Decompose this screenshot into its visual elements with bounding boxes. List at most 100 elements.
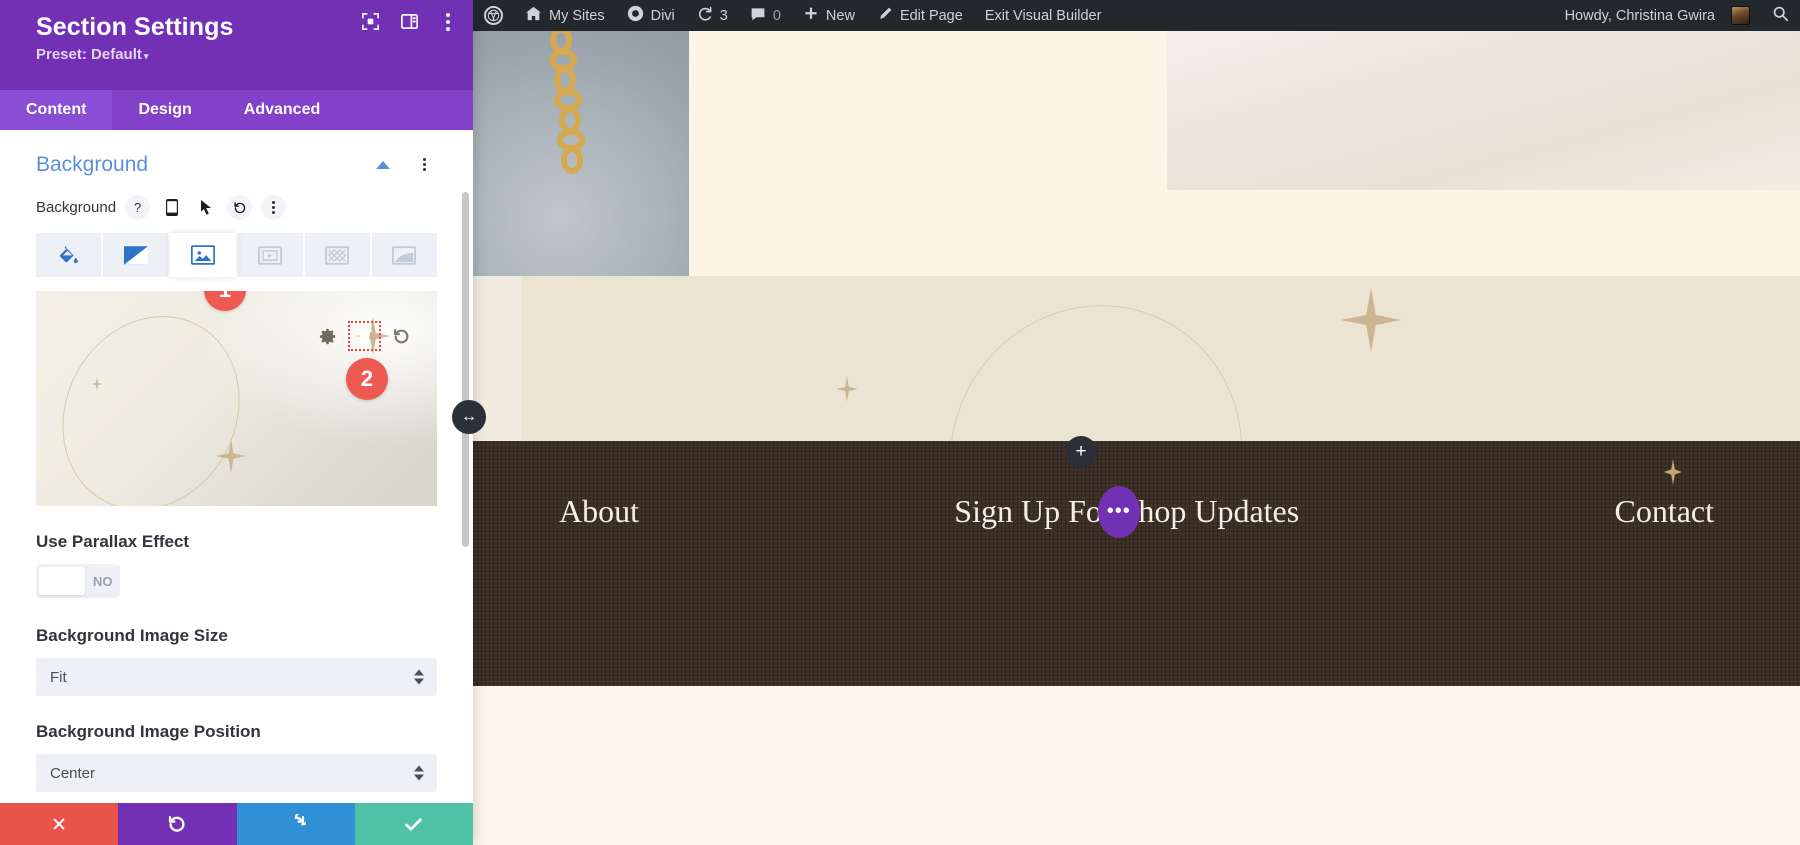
field-more-icon[interactable]	[261, 195, 287, 220]
admin-bar-label-edit-page: Edit Page	[899, 7, 963, 24]
admin-bar-label-divi: Divi	[650, 7, 675, 24]
stepper-arrows-icon	[414, 669, 424, 685]
product-image-chain	[473, 31, 689, 290]
cursor-icon[interactable]	[193, 195, 218, 220]
admin-bar-item-new[interactable]: New	[792, 0, 866, 31]
footer-link-about[interactable]: About	[559, 493, 639, 530]
tab-advanced[interactable]: Advanced	[218, 90, 346, 130]
admin-bar-account[interactable]: Howdy, Christina Gwira	[1554, 0, 1761, 31]
background-section-header: Background	[0, 130, 473, 195]
comments-icon	[750, 6, 766, 26]
panel-more-icon[interactable]	[439, 12, 457, 31]
stepper-arrows-icon	[414, 765, 424, 781]
background-image-position-label: Background Image Position	[36, 722, 261, 741]
admin-bar-item-edit-page[interactable]: Edit Page	[866, 0, 974, 31]
gear-icon[interactable]	[318, 327, 337, 346]
canvas-upper-area: + About Sign Up For Shop Updates ••• Con…	[473, 31, 1800, 686]
admin-bar-label-my-sites: My Sites	[549, 7, 605, 24]
search-icon	[1772, 5, 1789, 26]
background-gradient-tab[interactable]	[103, 233, 169, 277]
annotation-badge-1: 1	[204, 291, 246, 311]
preset-selector[interactable]: Preset: Default ▾	[36, 46, 451, 63]
tab-design[interactable]: Design	[112, 90, 217, 130]
background-pattern-tab[interactable]	[304, 233, 370, 277]
wordpress-logo-icon	[484, 6, 503, 25]
trash-icon[interactable]	[348, 321, 381, 351]
background-image-size-label: Background Image Size	[36, 626, 228, 645]
background-field-row: Background ?	[0, 195, 473, 220]
save-button[interactable]	[354, 803, 473, 845]
background-color-tab[interactable]	[36, 233, 102, 277]
layout-toggle-icon[interactable]	[400, 12, 419, 31]
background-video-tab[interactable]	[237, 233, 303, 277]
background-mask-tab[interactable]	[371, 233, 438, 277]
pencil-icon	[877, 6, 893, 26]
screen-root: My Sites Divi 3 0 New Edit Page Exit Vis…	[0, 0, 1800, 845]
preset-label: Preset: Default	[36, 46, 142, 64]
admin-bar-item-my-sites[interactable]: My Sites	[514, 0, 616, 31]
section-settings-panel: Section Settings Preset: Default ▾ Conte…	[0, 0, 473, 845]
undo-button[interactable]	[118, 803, 237, 845]
vertical-dots	[439, 12, 457, 31]
background-section-title: Background	[36, 152, 149, 176]
background-image-position-value: Center	[50, 764, 96, 782]
help-icon[interactable]: ?	[125, 195, 151, 220]
undo-icon[interactable]	[392, 327, 411, 346]
reset-icon[interactable]	[227, 195, 253, 220]
admin-bar-label-exit-vb: Exit Visual Builder	[984, 7, 1102, 24]
focus-icon[interactable]	[361, 12, 380, 31]
add-row-button[interactable]: +	[1065, 436, 1097, 468]
parallax-label: Use Parallax Effect	[36, 532, 190, 551]
footer-link-contact[interactable]: Contact	[1614, 493, 1714, 530]
background-image-preview[interactable]: 1 2	[36, 291, 437, 506]
admin-bar-label-updates: 3	[719, 7, 728, 24]
divi-icon	[627, 5, 644, 26]
admin-bar-item-exit-visual-builder[interactable]: Exit Visual Builder	[974, 0, 1113, 31]
vertical-dots	[272, 201, 276, 214]
footer-module-actions-button[interactable]: •••	[1097, 485, 1140, 538]
background-image-position-field: Background Image Position Center	[0, 722, 473, 792]
admin-bar-label-comments: 0	[772, 7, 781, 24]
panel-scroll-area: Background Background ? 2 Use Parallax E…	[0, 130, 473, 802]
background-type-tabs	[36, 233, 438, 277]
admin-bar-item-divi[interactable]: Divi	[616, 0, 686, 31]
panel-header-icon-group	[361, 12, 457, 31]
background-image-position-select[interactable]: Center	[36, 754, 437, 792]
admin-bar-item-comments[interactable]: 0	[739, 0, 792, 31]
tab-content[interactable]: Content	[0, 90, 113, 130]
panel-resize-handle[interactable]: ↔	[452, 400, 486, 434]
preview-decorative-ellipse	[36, 291, 273, 506]
howdy-label: Howdy, Christina Gwira	[1564, 7, 1715, 24]
panel-tabs: Content Design Advanced	[0, 90, 473, 130]
background-field-label: Background	[36, 199, 117, 216]
background-image-size-field: Background Image Size Fit	[0, 626, 473, 696]
background-image-size-select[interactable]: Fit	[36, 658, 437, 696]
parallax-toggle[interactable]: NO	[36, 564, 120, 598]
preview-action-icons	[318, 321, 411, 351]
sparkle-icon	[836, 376, 858, 402]
footer-link-signup-wrapper: Sign Up For Shop Updates •••	[954, 485, 1299, 538]
mobile-icon[interactable]	[159, 195, 184, 220]
admin-bar-item-updates[interactable]: 3	[686, 0, 739, 31]
wp-admin-bar: My Sites Divi 3 0 New Edit Page Exit Vis…	[473, 0, 1800, 31]
annotation-badge-2: 2	[346, 358, 388, 400]
footer-nav: About Sign Up For Shop Updates ••• Conta…	[473, 485, 1800, 538]
avatar	[1731, 6, 1750, 25]
section-more-icon[interactable]	[412, 152, 437, 177]
chevron-up-icon[interactable]	[376, 160, 390, 169]
redo-button[interactable]	[236, 803, 355, 845]
page-canvas: + About Sign Up For Shop Updates ••• Con…	[473, 31, 1800, 845]
plus-icon	[803, 6, 819, 26]
updates-icon	[697, 6, 713, 26]
wp-logo-menu[interactable]	[473, 0, 514, 31]
cancel-button[interactable]	[0, 803, 119, 845]
footer-sparkle-icon	[1664, 459, 1682, 485]
admin-bar-search[interactable]	[1761, 0, 1800, 31]
panel-scrollbar[interactable]	[462, 192, 469, 547]
panel-body: Background Background ? 2 Use Parallax E…	[0, 130, 473, 803]
toggle-value: NO	[93, 573, 113, 589]
background-image-tab[interactable]	[170, 233, 236, 277]
chevron-down-icon: ▾	[143, 51, 149, 62]
panel-header: Section Settings Preset: Default ▾	[0, 0, 473, 90]
site-footer: About Sign Up For Shop Updates ••• Conta…	[473, 441, 1800, 686]
